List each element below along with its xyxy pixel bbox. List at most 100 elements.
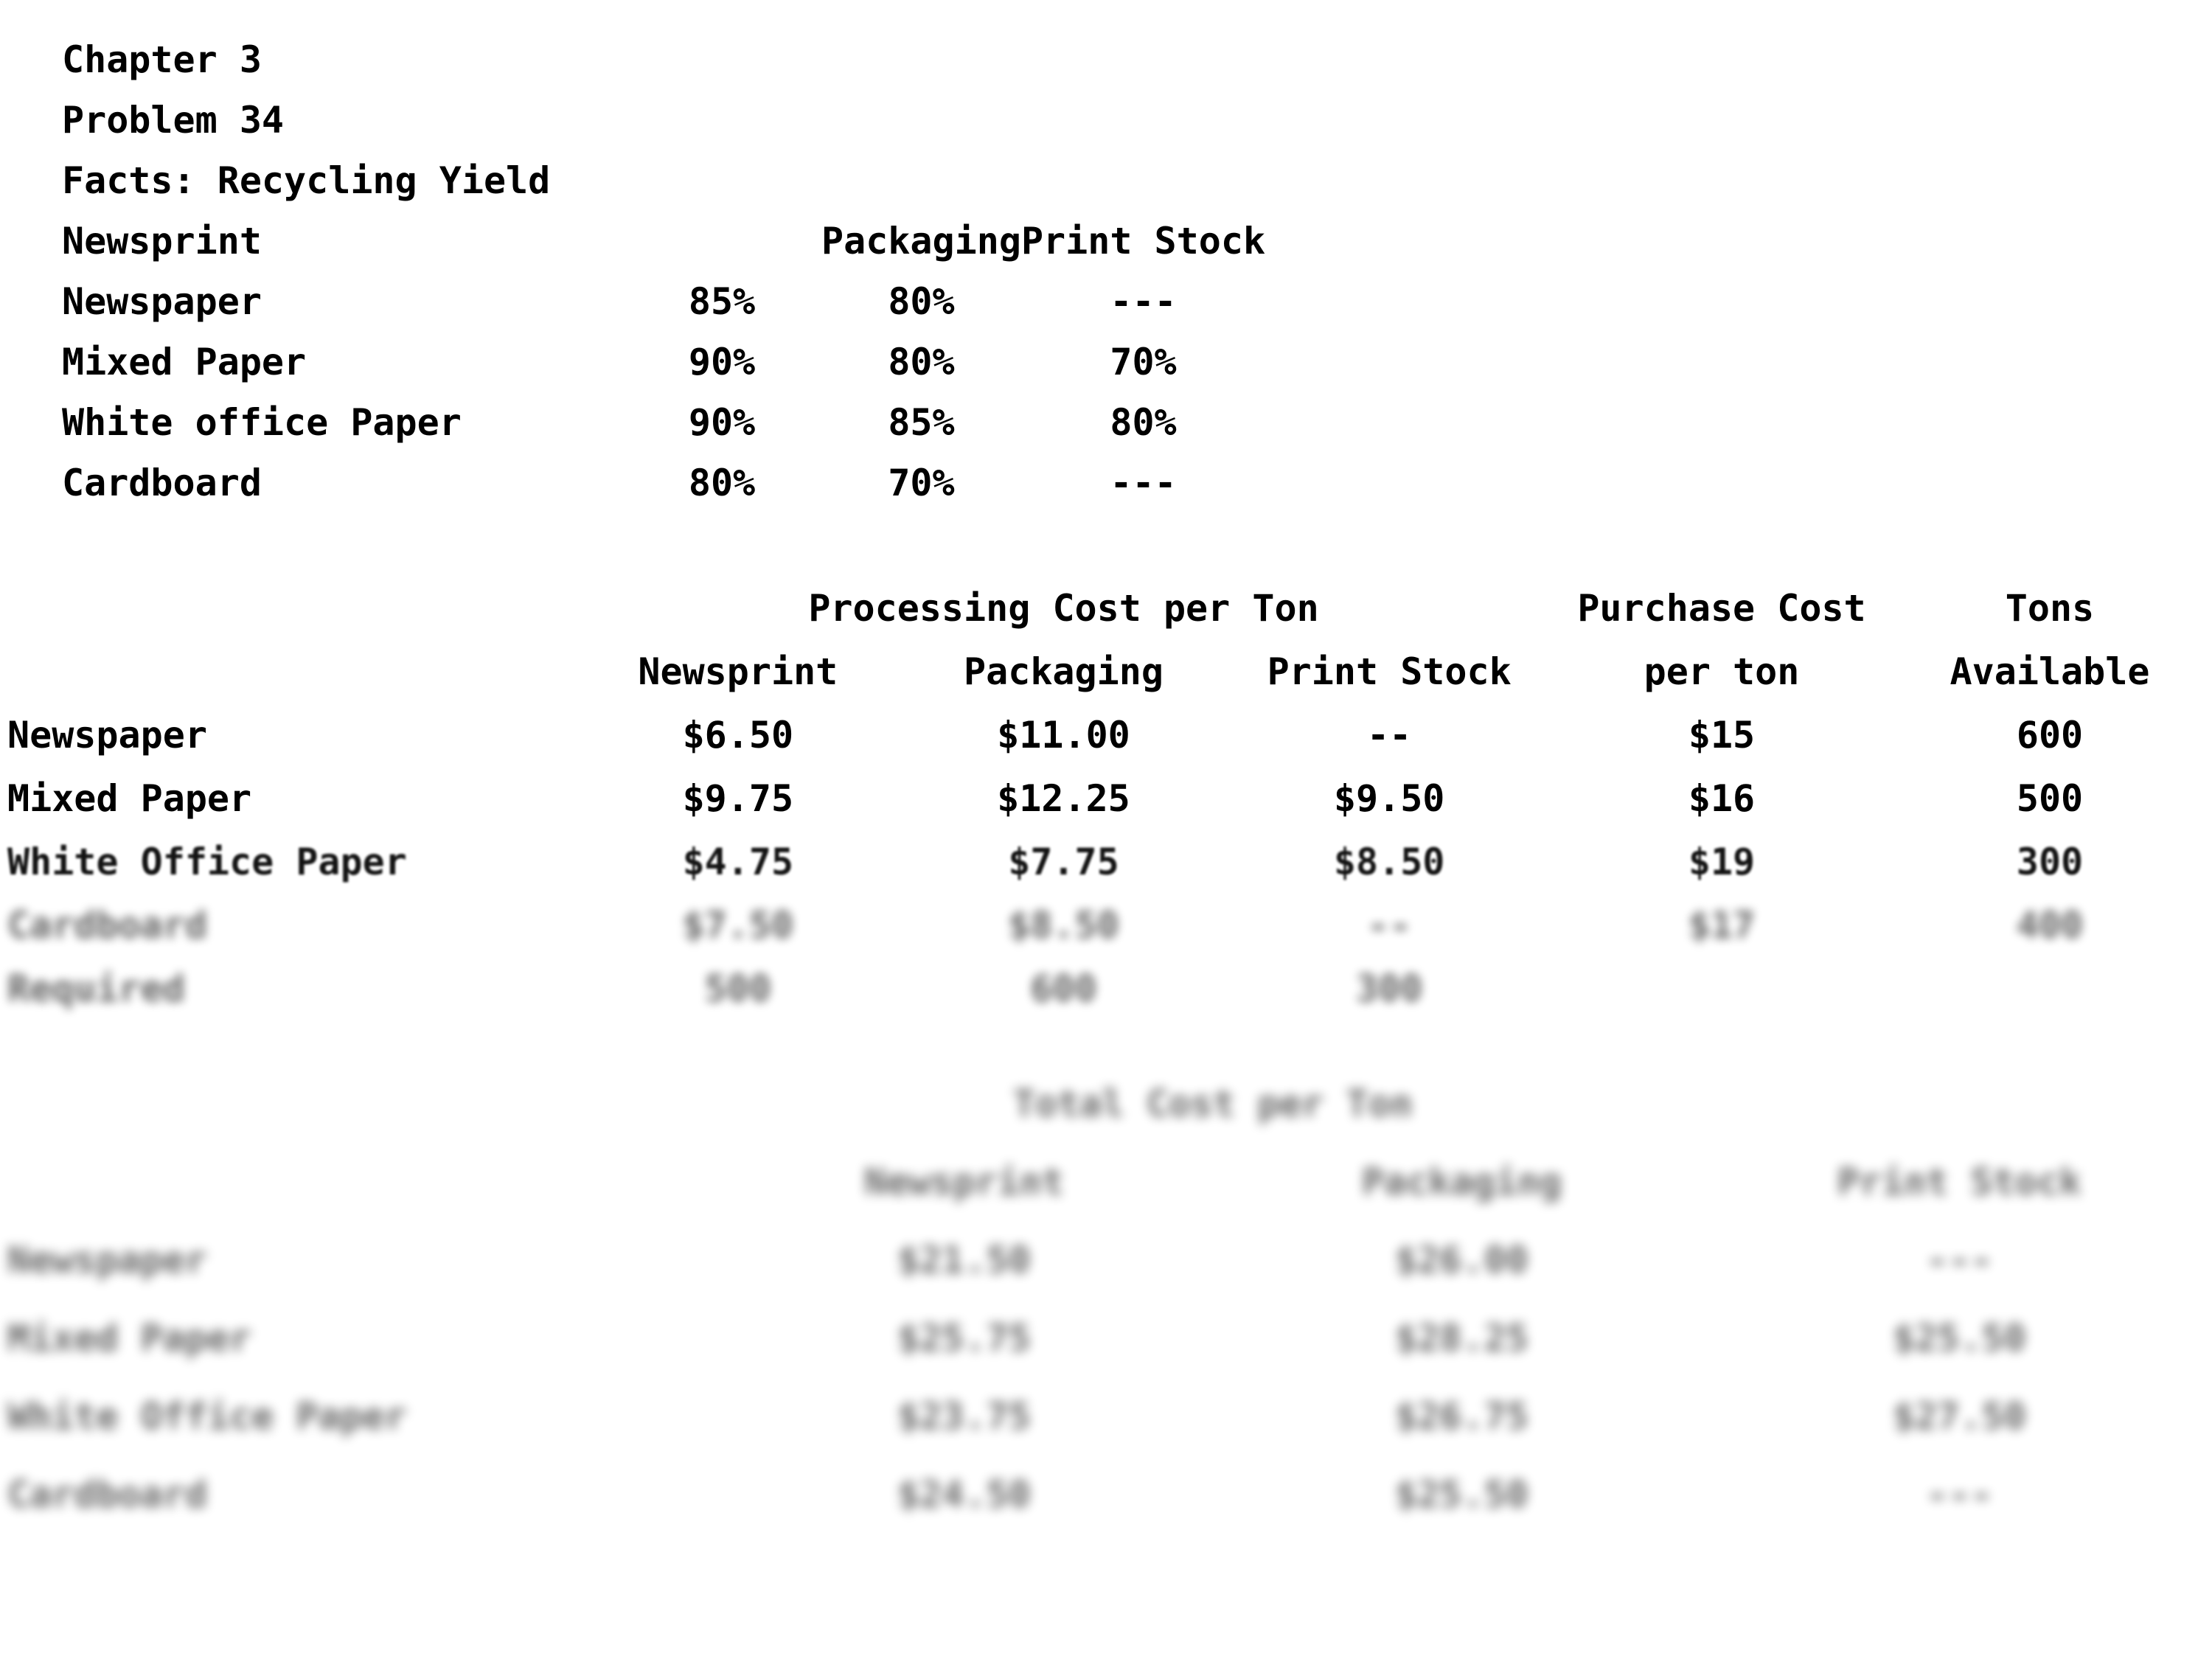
yield-cell-newsprint: 90% [688,341,756,383]
processing-cost-body: Newspaper $6.50 $11.00 -- $15 600 Mixed … [7,703,2208,1020]
yield-header-newsprint [622,211,821,271]
yield-cell-print-stock: 80% [1110,401,1177,444]
cost-cell-newsprint: $7.50 [682,904,794,947]
table-row: Required 500 600 300 [7,957,2208,1020]
table-group-header-row: Processing Cost per Ton Purchase Cost To… [7,577,2208,640]
total-header-packaging: Packaging [1362,1161,1562,1203]
recycling-yield-table: Newsprint Packaging Print Stock Newspape… [62,211,1265,513]
cost-header-print-stock: Print Stock [1267,650,1512,693]
document-heading: Chapter 3 Problem 34 Facts: Recycling Yi… [0,29,2212,211]
recycling-yield-body: Newspaper 85% 80% --- Mixed Paper 90% 80… [62,271,1265,513]
cost-cell-print-stock: -- [1367,904,1412,947]
cost-cell-packaging: $11.00 [997,714,1130,757]
yield-cell-newsprint: 80% [688,462,756,504]
cost-cell-packaging: $8.50 [1008,904,1119,947]
total-cell-print-stock: --- [1926,1473,1993,1516]
cost-header-row-label [7,640,575,703]
cost-header-newsprint: Newsprint [638,650,838,693]
yield-cell-print-stock: 70% [1110,341,1177,383]
total-cell-newsprint: $23.75 [897,1395,1031,1438]
document-body: Chapter 3 Problem 34 Facts: Recycling Yi… [0,0,2212,1659]
cost-cell-newsprint: 500 [704,967,771,1010]
total-cell-packaging: $26.75 [1395,1395,1528,1438]
cost-row-label: Mixed Paper [7,777,252,820]
cost-cell-purchase-cost: $16 [1688,777,1756,820]
cost-cell-packaging: $7.75 [1008,841,1119,883]
total-group-header: Total Cost per Ton [1013,1082,1413,1125]
cost-cell-tons: 400 [2016,904,2084,947]
table-row: Newspaper $6.50 $11.00 -- $15 600 [7,703,2208,767]
table-header-row: Newsprint Packaging Print Stock [62,211,1265,271]
cost-header-tons-line2: Available [1950,650,2150,693]
cost-cell-newsprint: $9.75 [682,777,794,820]
yield-cell-print-stock: --- [1110,280,1177,323]
cost-row-label: Newspaper [7,714,207,757]
heading-chapter: Chapter 3 [62,38,262,81]
yield-header-row-label: Newsprint [62,220,262,262]
total-cell-packaging: $26.00 [1395,1239,1528,1281]
table-row: Cardboard 80% 70% --- [62,453,1265,513]
total-cell-packaging: $25.50 [1395,1473,1528,1516]
table-header-row: Newsprint Packaging Print Stock [7,1143,2208,1221]
total-cell-print-stock: $27.50 [1893,1395,2026,1438]
cost-cell-print-stock: 300 [1356,967,1423,1010]
heading-problem: Problem 34 [62,99,285,142]
yield-row-label: Mixed Paper [62,341,307,383]
total-cost-table: Total Cost per Ton Newsprint Packaging P… [7,1065,2208,1534]
table-row: Newspaper 85% 80% --- [62,271,1265,332]
cost-cell-tons: 300 [2016,841,2084,883]
heading-facts: Facts: Recycling Yield [62,159,551,202]
cost-header-packaging: Packaging [964,650,1164,693]
table-row: White office Paper 90% 85% 80% [62,392,1265,453]
table-row: Mixed Paper $25.75 $28.25 $25.50 [7,1299,2208,1377]
total-cell-print-stock: --- [1926,1239,1993,1281]
total-group-spacer-right [1711,1065,2208,1143]
cost-cell-newsprint: $6.50 [682,714,794,757]
total-header-newsprint: Newsprint [864,1161,1064,1203]
cost-cell-newsprint: $4.75 [682,841,794,883]
total-row-label: Cardboard [7,1473,207,1516]
total-cell-packaging: $28.25 [1395,1317,1528,1360]
total-header-print-stock: Print Stock [1837,1161,2082,1203]
yield-cell-newsprint: 90% [688,401,756,444]
table-row: Newspaper $21.50 $26.00 --- [7,1221,2208,1299]
cost-cell-packaging: 600 [1030,967,1097,1010]
cost-row-label: Cardboard [7,904,207,947]
cost-cell-print-stock: $8.50 [1333,841,1445,883]
total-row-label: Mixed Paper [7,1317,252,1360]
cost-header-purchase-line2: per ton [1644,650,1800,693]
cost-cell-purchase-cost: $17 [1688,904,1756,947]
yield-row-label: White office Paper [62,401,462,444]
yield-cell-packaging: 80% [888,280,955,323]
yield-row-label: Newspaper [62,280,262,323]
total-cell-newsprint: $24.50 [897,1473,1031,1516]
total-cell-print-stock: $25.50 [1893,1317,2026,1360]
table-row: Cardboard $7.50 $8.50 -- $17 400 [7,894,2208,957]
cost-header-purchase-line1: Purchase Cost [1577,587,1866,630]
total-row-label: Newspaper [7,1239,207,1281]
cost-cell-tons [1891,957,2208,1020]
yield-row-label: Cardboard [62,462,262,504]
yield-cell-packaging: 70% [888,462,955,504]
table-row: Mixed Paper 90% 80% 70% [62,332,1265,392]
table-row: White Office Paper $23.75 $26.75 $27.50 [7,1377,2208,1455]
processing-cost-header: Processing Cost per Ton Purchase Cost To… [7,577,2208,703]
yield-cell-print-stock: --- [1110,462,1177,504]
cost-group-spacer [7,577,575,640]
total-cell-newsprint: $21.50 [897,1239,1031,1281]
recycling-yield-header: Newsprint Packaging Print Stock [62,211,1265,271]
table-group-header-row: Total Cost per Ton [7,1065,2208,1143]
total-row-label: White Office Paper [7,1395,407,1438]
total-cost-header: Total Cost per Ton Newsprint Packaging P… [7,1065,2208,1221]
yield-cell-newsprint: 85% [688,280,756,323]
yield-header-packaging: Packaging [821,220,1021,262]
cost-row-label: Required [7,967,185,1010]
cost-header-tons-line1: Tons [2005,587,2095,630]
table-row: Cardboard $24.50 $25.50 --- [7,1455,2208,1534]
table-row: White Office Paper $4.75 $7.75 $8.50 $19… [7,830,2208,894]
cost-cell-print-stock: $9.50 [1333,777,1445,820]
cost-cell-purchase-cost: $15 [1688,714,1756,757]
cost-cell-packaging: $12.25 [997,777,1130,820]
